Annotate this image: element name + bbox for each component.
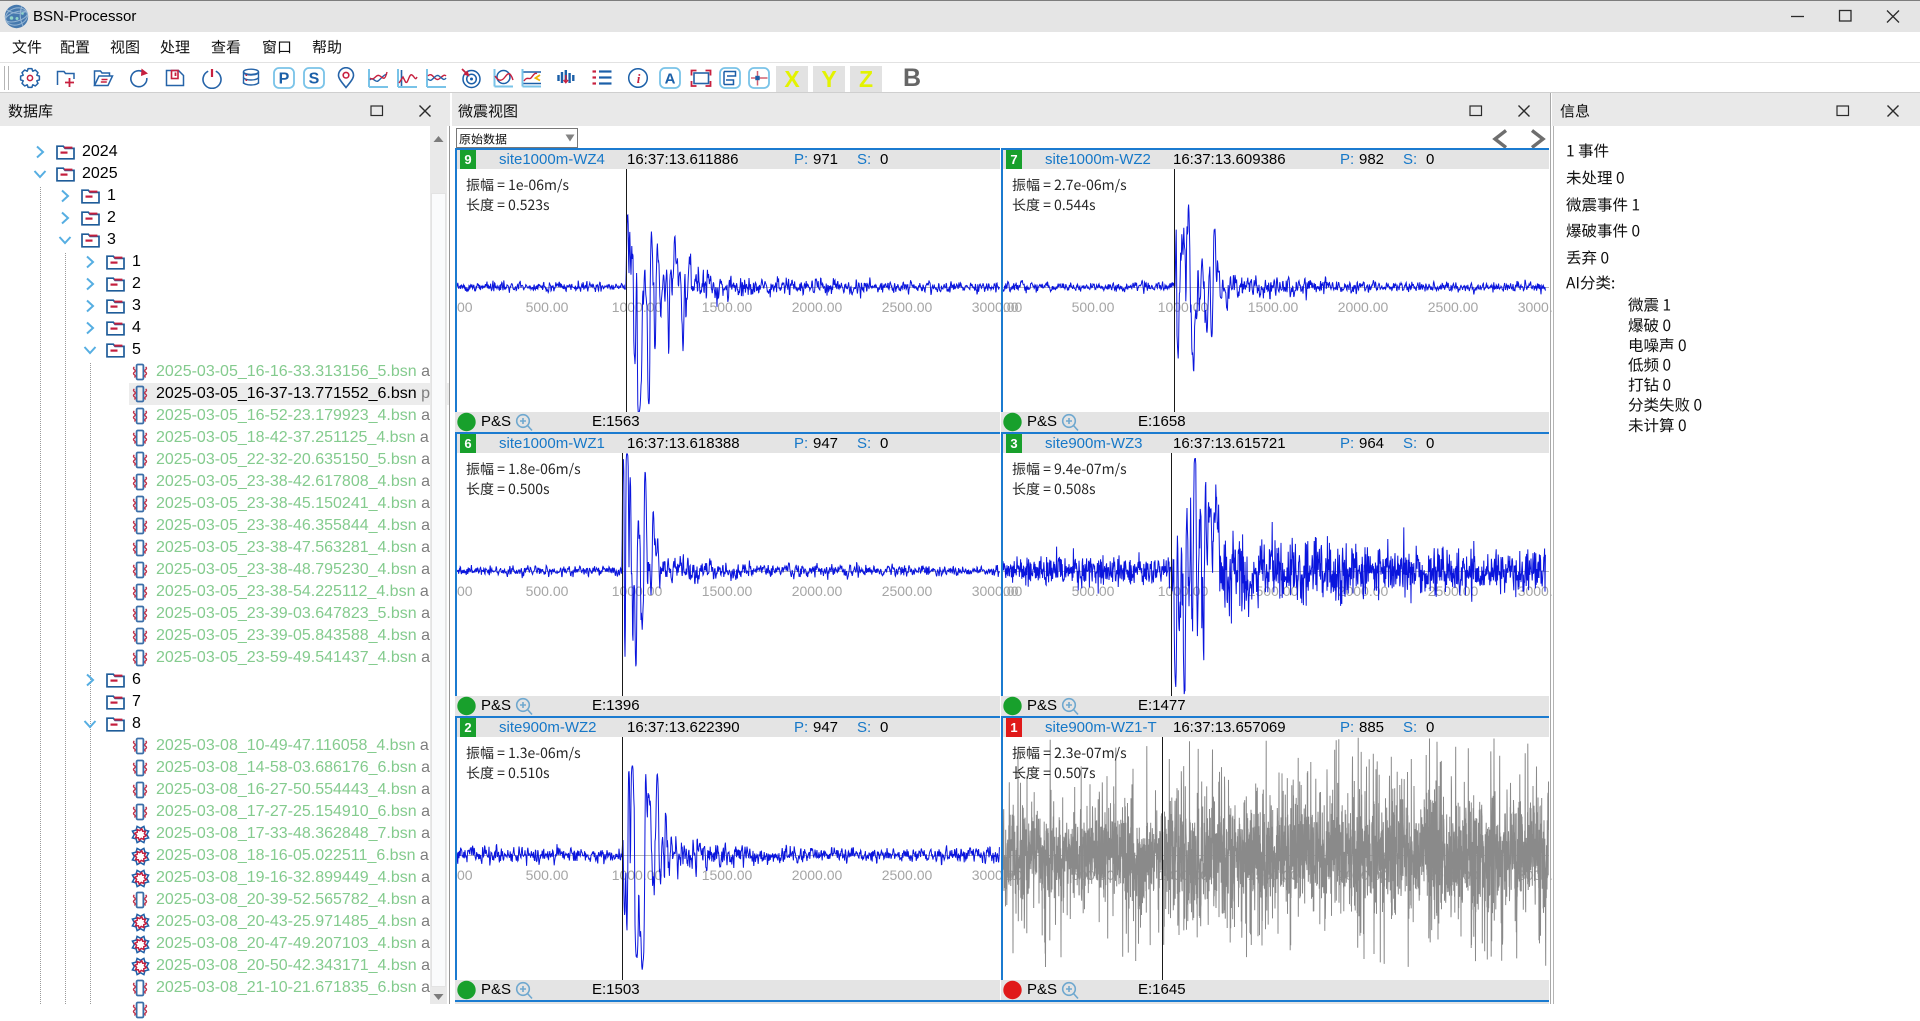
- svg-text:A: A: [665, 71, 676, 88]
- svg-text:i: i: [637, 71, 641, 86]
- svg-text:S: S: [309, 71, 320, 88]
- svg-text:P: P: [279, 71, 290, 88]
